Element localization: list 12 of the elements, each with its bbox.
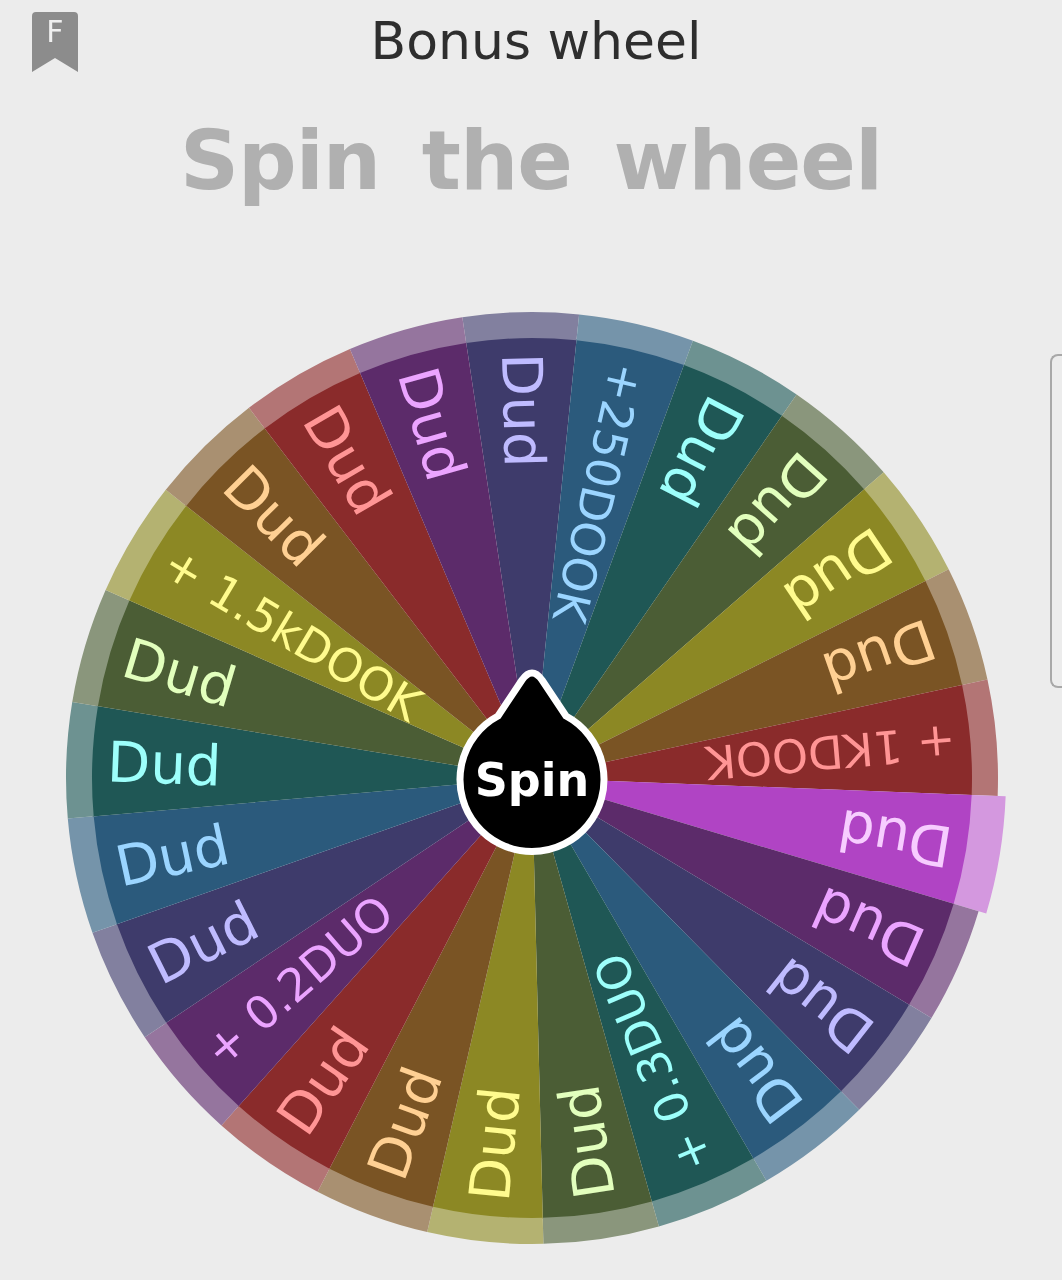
segment-label: Dud xyxy=(106,729,223,799)
page-heading: Spin the wheel xyxy=(180,112,882,208)
side-handle[interactable] xyxy=(1050,354,1062,688)
segment-label: Dud xyxy=(456,1083,533,1205)
segment-label: Dud xyxy=(833,796,957,880)
segment-label: Dud xyxy=(109,811,236,900)
segment-label: + 1KDOOK xyxy=(703,714,958,790)
segment-label: Dud xyxy=(489,352,557,469)
spin-button[interactable]: Spin xyxy=(456,669,608,855)
segment-label: Dud xyxy=(385,360,479,488)
segment-label: Dud xyxy=(814,606,944,706)
window-title: Bonus wheel xyxy=(369,10,702,72)
